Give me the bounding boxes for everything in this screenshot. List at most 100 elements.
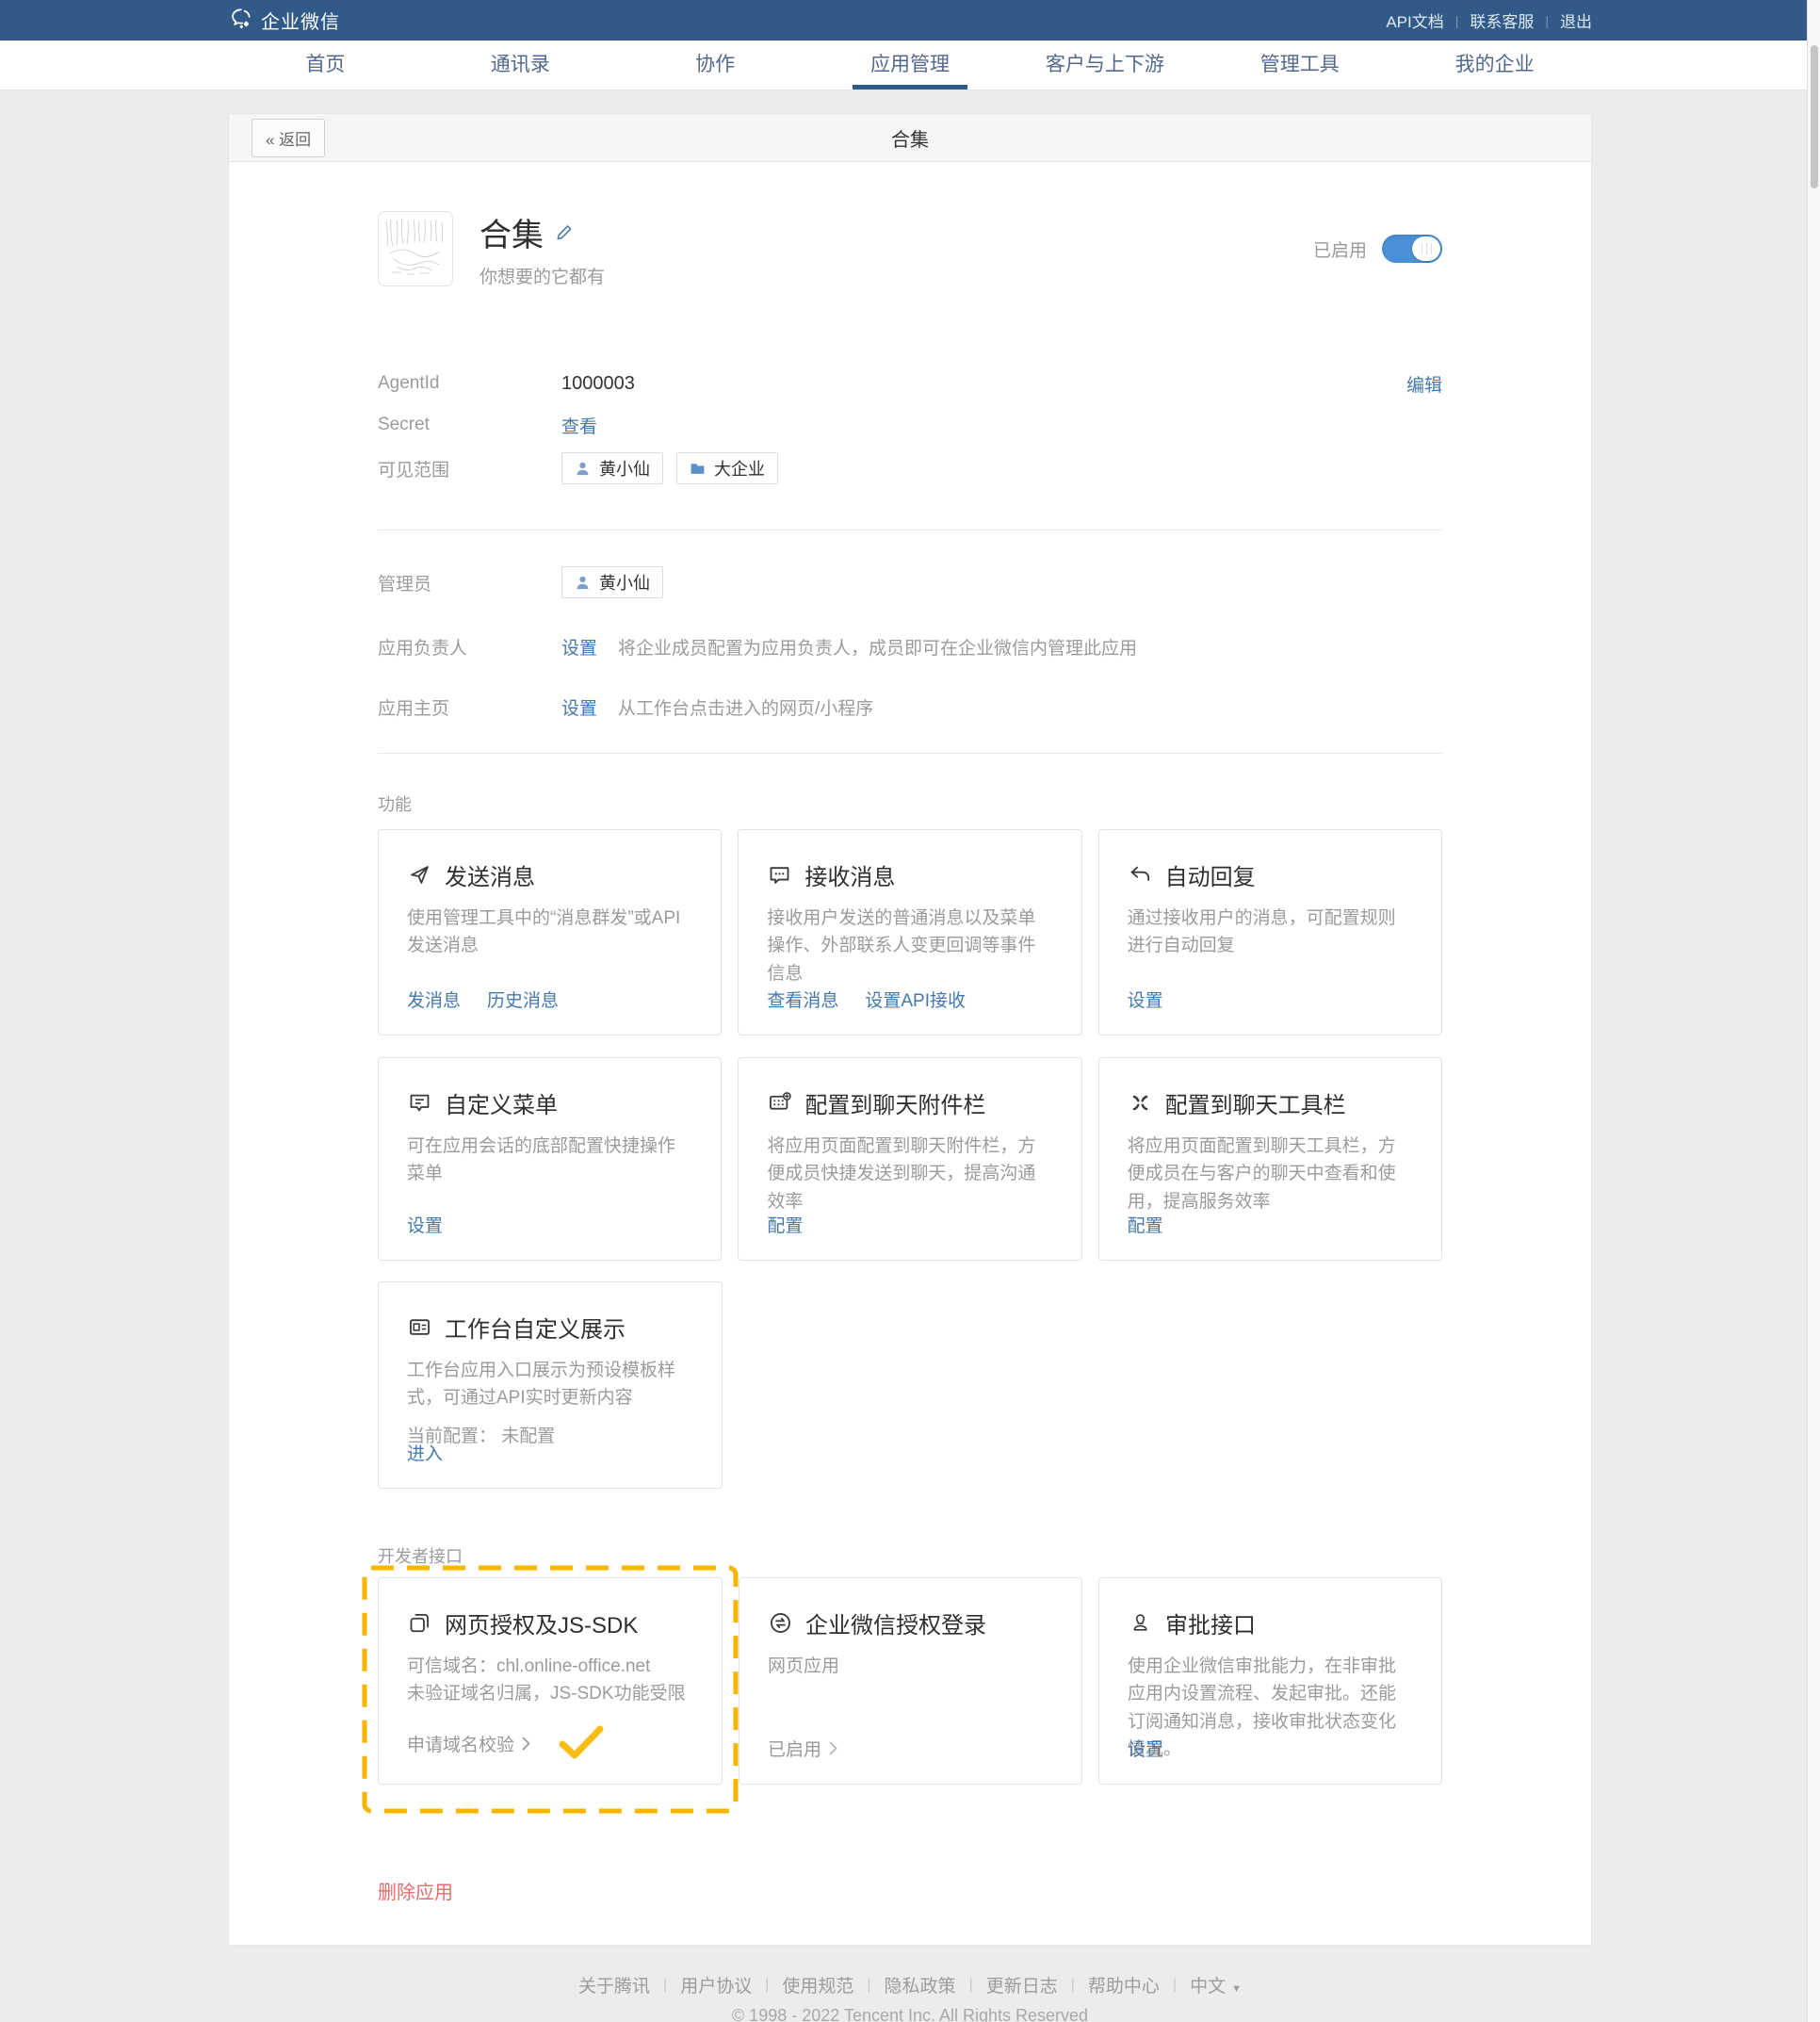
admin-member-tag: 黄小仙	[561, 566, 663, 598]
dev-card-wecom-auth-login: 企业微信授权登录 网页应用 已启用	[739, 1577, 1082, 1785]
tab-home[interactable]: 首页	[228, 41, 423, 90]
footer-separator: |	[1173, 1977, 1177, 1994]
dev-card-desc: 网页应用	[768, 1653, 1053, 1680]
custom-menu-set-link[interactable]: 设置	[407, 1212, 443, 1237]
feature-card-chat-toolbar: 配置到聊天工具栏 将应用页面配置到聊天工具栏，方便成员在与客户的聊天中查看和使用…	[1098, 1057, 1442, 1261]
language-selector[interactable]: 中文	[1190, 1972, 1242, 1998]
app-name: 合集	[479, 209, 544, 255]
person-icon	[575, 461, 591, 477]
admin-member-name: 黄小仙	[599, 570, 650, 595]
person-icon	[575, 575, 591, 591]
feature-desc: 使用管理工具中的“消息群发”或API发送消息	[407, 905, 692, 960]
owner-label: 应用负责人	[378, 634, 561, 660]
scope-member-name: 黄小仙	[599, 456, 650, 481]
chevron-right-icon	[829, 1741, 837, 1755]
dev-card-jssdk: 网页授权及JS-SDK 可信域名：chl.online-office.net 未…	[378, 1577, 723, 1785]
send-message-icon	[407, 862, 432, 888]
feature-title: 接收消息	[804, 858, 895, 891]
topbar-link-logout[interactable]: 退出	[1560, 8, 1592, 32]
owner-desc: 将企业成员配置为应用负责人，成员即可在企业微信内管理此应用	[618, 634, 1137, 660]
tab-my-company[interactable]: 我的企业	[1397, 41, 1592, 90]
send-message-link[interactable]: 发消息	[407, 987, 461, 1012]
chat-toolbar-icon	[1128, 1090, 1153, 1116]
edit-app-name-icon[interactable]	[555, 222, 575, 247]
topbar-separator: |	[1455, 13, 1459, 28]
feature-title: 自动回复	[1165, 858, 1256, 891]
scope-dept-tag: 大企业	[676, 452, 778, 484]
footer-link-changelog[interactable]: 更新日志	[986, 1972, 1058, 1998]
feature-desc: 工作台应用入口展示为预设模板样式，可通过API实时更新内容	[407, 1357, 693, 1412]
footer-link-about[interactable]: 关于腾讯	[578, 1972, 650, 1998]
feature-desc: 将应用页面配置到聊天附件栏，方便成员快捷发送到聊天，提高沟通效率	[767, 1133, 1052, 1215]
trusted-domain-label: 可信域名：	[407, 1656, 496, 1676]
login-enabled-link[interactable]: 已启用	[768, 1736, 837, 1761]
app-tagline: 你想要的它都有	[479, 263, 605, 288]
tab-collaboration[interactable]: 协作	[618, 41, 813, 90]
feature-card-send-message: 发送消息 使用管理工具中的“消息群发”或API发送消息 发消息 历史消息	[378, 829, 722, 1035]
topbar-link-contact-support[interactable]: 联系客服	[1470, 8, 1534, 32]
topbar: 企业微信 API文档 | 联系客服 | 退出	[0, 0, 1820, 41]
chevron-right-icon	[522, 1737, 530, 1751]
admin-label: 管理员	[378, 570, 561, 595]
dev-card-title: 审批接口	[1165, 1606, 1256, 1639]
developer-section-label: 开发者接口	[378, 1543, 1442, 1568]
set-api-receive-link[interactable]: 设置API接收	[865, 987, 966, 1012]
feature-card-workbench-display: 工作台自定义展示 工作台应用入口展示为预设模板样式，可通过API实时更新内容 当…	[378, 1281, 723, 1489]
wecom-bubble-icon	[228, 6, 253, 36]
jssdk-warning: 未验证域名归属，JS-SDK功能受限	[407, 1684, 686, 1704]
current-config-value: 未配置	[501, 1427, 555, 1446]
folder-icon	[690, 461, 706, 477]
app-detail-card: 合集 你想要的它都有 已启用	[228, 162, 1592, 1946]
web-auth-jssdk-icon	[407, 1610, 432, 1636]
footer-separator: |	[1071, 1977, 1075, 1994]
apply-domain-verify-link[interactable]: 申请域名校验	[407, 1731, 530, 1756]
wecom-auth-login-icon	[768, 1610, 793, 1636]
topbar-link-api-docs[interactable]: API文档	[1386, 8, 1443, 32]
dev-card-desc: 使用企业微信审批能力，在非审批应用内设置流程、发起审批。还能订阅通知消息，接收审…	[1128, 1653, 1413, 1764]
feature-desc: 通过接收用户的消息，可配置规则进行自动回复	[1128, 905, 1413, 960]
main-nav: 首页 通讯录 协作 应用管理 客户与上下游 管理工具 我的企业	[0, 41, 1820, 90]
history-message-link[interactable]: 历史消息	[487, 987, 559, 1012]
workbench-enter-link[interactable]: 进入	[407, 1440, 443, 1465]
feature-card-auto-reply: 自动回复 通过接收用户的消息，可配置规则进行自动回复 设置	[1098, 829, 1442, 1035]
visible-scope-label: 可见范围	[378, 456, 561, 481]
annotation-check-icon	[559, 1725, 604, 1761]
footer-link-help-center[interactable]: 帮助中心	[1088, 1972, 1160, 1998]
chat-attachment-config-link[interactable]: 配置	[767, 1212, 803, 1237]
topbar-separator: |	[1545, 13, 1549, 28]
homepage-label: 应用主页	[378, 694, 561, 720]
tab-app-management[interactable]: 应用管理	[813, 41, 1008, 90]
tab-contacts[interactable]: 通讯录	[423, 41, 618, 90]
feature-card-chat-attachment: 配置到聊天附件栏 将应用页面配置到聊天附件栏，方便成员快捷发送到聊天，提高沟通效…	[738, 1057, 1081, 1261]
owner-set-link[interactable]: 设置	[561, 634, 597, 660]
scrollbar-thumb[interactable]	[1811, 45, 1818, 188]
approval-set-link[interactable]: 设置	[1128, 1736, 1163, 1761]
app-info-section: AgentId 1000003 编辑 Secret 查看 可见范围 黄	[378, 369, 1442, 484]
receive-message-icon	[767, 862, 792, 888]
footer-separator: |	[765, 1977, 769, 1994]
scope-member-tag: 黄小仙	[561, 452, 663, 484]
chat-toolbar-config-link[interactable]: 配置	[1128, 1212, 1163, 1237]
dev-card-title: 企业微信授权登录	[805, 1606, 986, 1639]
footer-link-usage-rules[interactable]: 使用规范	[782, 1972, 853, 1998]
edit-link[interactable]: 编辑	[1406, 371, 1442, 397]
auto-reply-set-link[interactable]: 设置	[1128, 987, 1163, 1012]
tab-management-tools[interactable]: 管理工具	[1202, 41, 1397, 90]
feature-desc: 可在应用会话的底部配置快捷操作菜单	[407, 1133, 692, 1188]
enable-toggle[interactable]	[1382, 235, 1442, 263]
footer-separator: |	[867, 1977, 870, 1994]
homepage-set-link[interactable]: 设置	[561, 694, 597, 720]
secret-view-link[interactable]: 查看	[561, 413, 597, 438]
feature-title: 配置到聊天附件栏	[804, 1086, 985, 1119]
chat-attachment-icon	[767, 1090, 792, 1116]
tab-customers[interactable]: 客户与上下游	[1007, 41, 1202, 90]
feature-title: 发送消息	[445, 858, 535, 891]
page-header-bar: 合集 « 返回	[228, 113, 1592, 162]
footer-link-user-agreement[interactable]: 用户协议	[680, 1972, 752, 1998]
view-message-link[interactable]: 查看消息	[767, 987, 838, 1012]
divider	[378, 753, 1442, 754]
toggle-knob	[1412, 236, 1440, 261]
delete-app-link[interactable]: 删除应用	[378, 1877, 453, 1904]
logo-text: 企业微信	[261, 7, 340, 34]
footer-link-privacy[interactable]: 隐私政策	[885, 1972, 956, 1998]
